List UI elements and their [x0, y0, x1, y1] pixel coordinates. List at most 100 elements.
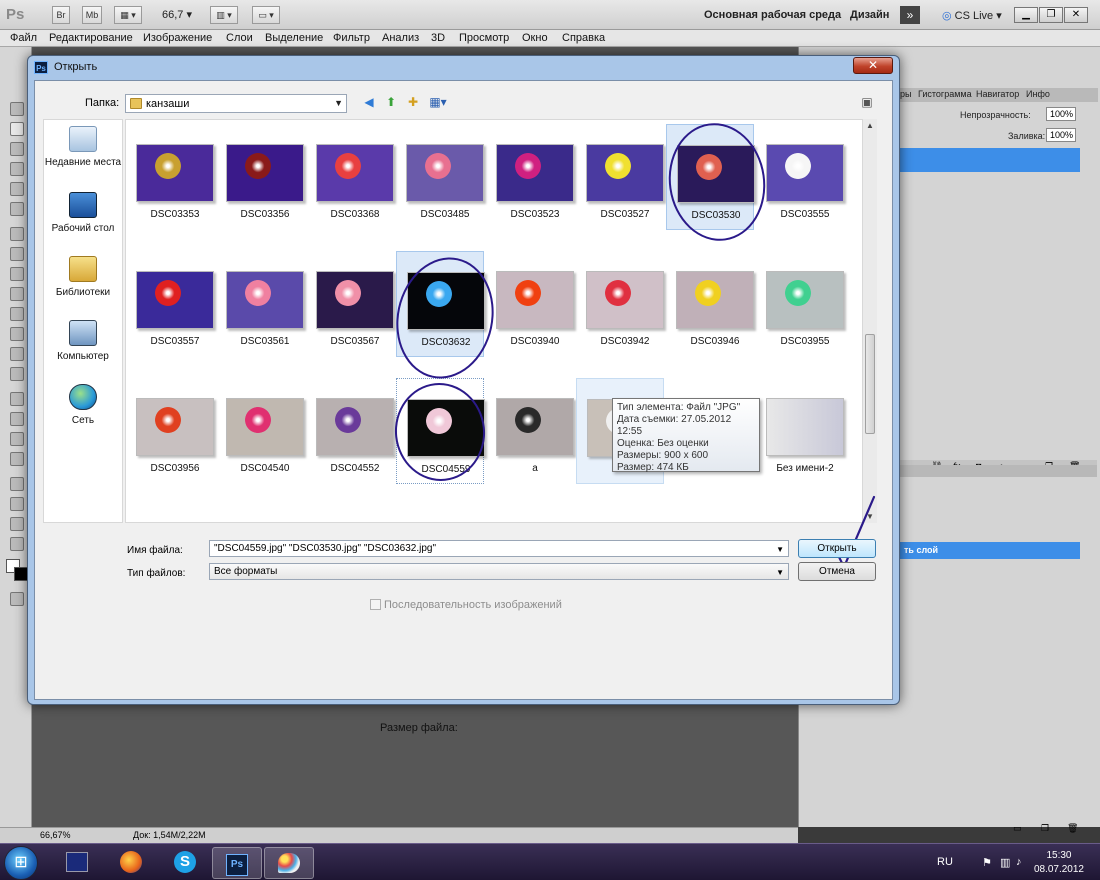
- shape-tool-icon[interactable]: [10, 452, 24, 466]
- path-select-tool-icon[interactable]: [10, 432, 24, 446]
- dialog-close-button[interactable]: ✕: [853, 57, 893, 74]
- paint-taskbar-icon[interactable]: [264, 847, 314, 879]
- healing-tool-icon[interactable]: [10, 227, 24, 241]
- skype-taskbar-icon[interactable]: S: [160, 847, 210, 879]
- image-sequence-option[interactable]: Последовательность изображений: [370, 599, 562, 611]
- file-item[interactable]: DSC03527: [576, 124, 664, 230]
- back-icon[interactable]: ◀: [361, 94, 377, 110]
- menu-view[interactable]: Просмотр: [459, 32, 509, 44]
- selected-layer-row[interactable]: [900, 148, 1080, 172]
- delete-state-icon[interactable]: 🗑: [1067, 823, 1078, 834]
- app-close-button[interactable]: ✕: [1064, 7, 1088, 23]
- menu-edit[interactable]: Редактирование: [49, 32, 133, 44]
- tab-navigator[interactable]: Навигатор: [976, 89, 1019, 99]
- 3d-camera-tool-icon[interactable]: [10, 497, 24, 511]
- file-item[interactable]: DSC03356: [216, 124, 304, 230]
- menu-help[interactable]: Справка: [562, 32, 605, 44]
- crop-tool-icon[interactable]: [10, 182, 24, 196]
- view-extras-button[interactable]: ▦ ▾: [114, 6, 142, 24]
- dodge-tool-icon[interactable]: [10, 367, 24, 381]
- file-item[interactable]: DSC03368: [306, 124, 394, 230]
- place-desktop[interactable]: Рабочий стол: [44, 192, 122, 235]
- status-zoom[interactable]: 66,67%: [40, 830, 71, 840]
- arrange-documents-button[interactable]: ▥ ▾: [210, 6, 238, 24]
- file-item[interactable]: DSC03485: [396, 124, 484, 230]
- minimize-button[interactable]: ▁: [1014, 7, 1038, 23]
- file-item[interactable]: DSC03946: [666, 251, 754, 357]
- photoshop-taskbar-icon[interactable]: Ps: [212, 847, 262, 879]
- menu-filter[interactable]: Фильтр: [333, 32, 370, 44]
- scroll-thumb[interactable]: [865, 334, 875, 434]
- up-folder-icon[interactable]: ⬆: [383, 94, 399, 110]
- menu-layer[interactable]: Слои: [226, 32, 253, 44]
- place-computer[interactable]: Компьютер: [44, 320, 122, 363]
- eraser-tool-icon[interactable]: [10, 307, 24, 321]
- open-button[interactable]: Открыть: [798, 539, 876, 558]
- tab-info[interactable]: Инфо: [1026, 89, 1050, 99]
- file-item[interactable]: Без имени-2: [756, 378, 844, 484]
- zoom-level[interactable]: 66,7 ▾: [162, 8, 192, 21]
- workspace-design[interactable]: Дизайн: [850, 9, 889, 21]
- tab-histogram[interactable]: Гистограмма: [918, 89, 972, 99]
- image-sequence-checkbox[interactable]: [370, 599, 381, 610]
- new-folder-icon[interactable]: ✚: [405, 94, 421, 110]
- type-tool-icon[interactable]: [10, 412, 24, 426]
- menu-image[interactable]: Изображение: [143, 32, 212, 44]
- lookin-combo[interactable]: канзаши ▼: [125, 94, 347, 113]
- file-item[interactable]: DSC03353: [126, 124, 214, 230]
- file-list-scrollbar[interactable]: ▲ ▼: [862, 119, 877, 523]
- snapshot-icon[interactable]: ▭: [1013, 823, 1022, 834]
- quick-mask-icon[interactable]: [10, 592, 24, 606]
- quick-select-tool-icon[interactable]: [10, 162, 24, 176]
- place-network[interactable]: Сеть: [44, 384, 122, 427]
- chevron-down-icon[interactable]: ▼: [776, 542, 784, 557]
- screen-mode-button[interactable]: ▭ ▾: [252, 6, 280, 24]
- start-button[interactable]: ⊞: [4, 846, 38, 880]
- hand-tool-icon[interactable]: [10, 517, 24, 531]
- filename-field[interactable]: "DSC04559.jpg" "DSC03530.jpg" "DSC03632.…: [209, 540, 789, 557]
- more-workspaces-button[interactable]: »: [900, 6, 920, 24]
- language-indicator[interactable]: RU: [937, 856, 953, 868]
- menu-select[interactable]: Выделение: [265, 32, 323, 44]
- marquee-tool-icon[interactable]: [10, 122, 24, 136]
- restore-button[interactable]: ❐: [1039, 7, 1063, 23]
- menu-analysis[interactable]: Анализ: [382, 32, 419, 44]
- file-item[interactable]: DSC03555: [756, 124, 844, 230]
- file-item[interactable]: DSC03940: [486, 251, 574, 357]
- dialog-titlebar[interactable]: Ps Открыть ✕: [28, 56, 899, 78]
- file-item[interactable]: a: [486, 378, 574, 484]
- background-color-swatch[interactable]: [14, 567, 28, 581]
- brush-tool-icon[interactable]: [10, 247, 24, 261]
- cancel-button[interactable]: Отмена: [798, 562, 876, 581]
- file-item[interactable]: DSC03557: [126, 251, 214, 357]
- file-item[interactable]: DSC03567: [306, 251, 394, 357]
- workspace-essentials[interactable]: Основная рабочая среда: [704, 9, 841, 21]
- preview-toggle-icon[interactable]: ▣: [859, 94, 875, 110]
- menu-3d[interactable]: 3D: [431, 32, 445, 44]
- file-item[interactable]: DSC03955: [756, 251, 844, 357]
- fill-field[interactable]: 100%: [1046, 128, 1076, 142]
- place-recent[interactable]: Недавние места: [44, 126, 122, 169]
- menu-file[interactable]: Файл: [10, 32, 37, 44]
- zoom-tool-icon[interactable]: [10, 537, 24, 551]
- file-item[interactable]: DSC04552: [306, 378, 394, 484]
- blur-tool-icon[interactable]: [10, 347, 24, 361]
- action-center-icon[interactable]: ⚑: [982, 856, 992, 869]
- firefox-taskbar-icon[interactable]: [106, 847, 156, 879]
- new-document-icon[interactable]: ❐: [1041, 823, 1049, 834]
- move-tool-icon[interactable]: [10, 102, 24, 116]
- filetype-select[interactable]: Все форматы ▼: [209, 563, 789, 580]
- stamp-tool-icon[interactable]: [10, 267, 24, 281]
- cs-live-menu[interactable]: ◎ CS Live ▾: [942, 9, 1002, 22]
- scroll-up-icon[interactable]: ▲: [866, 121, 874, 130]
- mini-bridge-button[interactable]: Mb: [82, 6, 102, 24]
- opacity-field[interactable]: 100%: [1046, 107, 1076, 121]
- file-item[interactable]: DSC03523: [486, 124, 574, 230]
- view-menu-icon[interactable]: ▦▾: [427, 94, 449, 110]
- file-item[interactable]: DSC03942: [576, 251, 664, 357]
- lasso-tool-icon[interactable]: [10, 142, 24, 156]
- clock[interactable]: 15:30 08.07.2012: [1034, 849, 1084, 877]
- gradient-tool-icon[interactable]: [10, 327, 24, 341]
- menu-window[interactable]: Окно: [522, 32, 548, 44]
- file-item[interactable]: DSC03561: [216, 251, 304, 357]
